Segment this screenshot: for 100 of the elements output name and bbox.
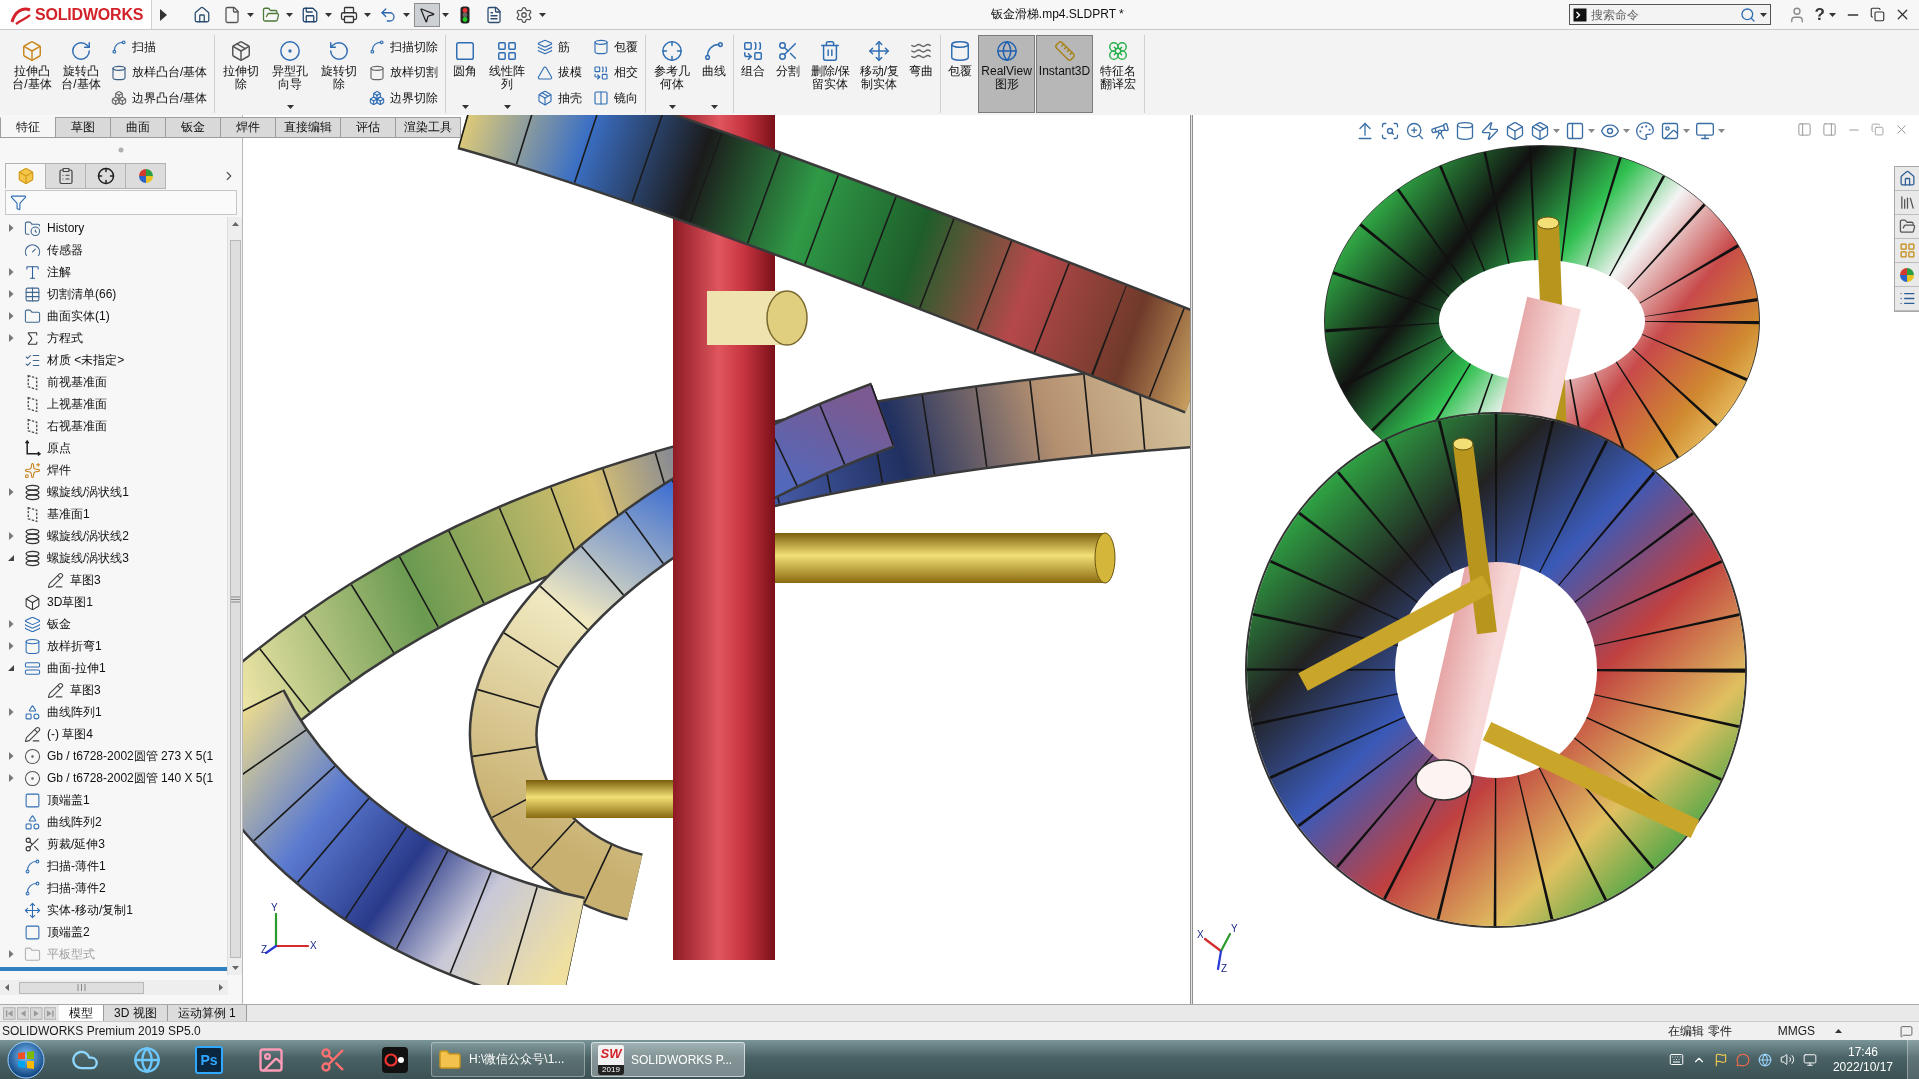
panel-tab[interactable] xyxy=(85,163,126,189)
caret-right-icon[interactable] xyxy=(7,774,15,782)
image-icon[interactable] xyxy=(1660,121,1680,141)
monitor-icon[interactable] xyxy=(1802,1052,1817,1067)
tree-item[interactable]: 扫描-薄件2 xyxy=(22,878,108,898)
cube-icon[interactable] xyxy=(1505,121,1525,141)
lightning-icon[interactable] xyxy=(1480,121,1500,141)
caret-right-icon[interactable] xyxy=(7,642,15,650)
logo-button[interactable]: SOLIDWORKS xyxy=(0,0,152,29)
ribbon-button[interactable]: 弯曲 xyxy=(904,35,939,113)
ribbon-button[interactable]: 扫描 xyxy=(108,36,211,58)
speech-bubble-icon[interactable] xyxy=(1900,1024,1913,1038)
tab[interactable]: 运动算例 1 xyxy=(167,1005,247,1021)
tree-item[interactable]: 方程式 xyxy=(22,328,85,348)
scrollbar-thumb[interactable] xyxy=(19,981,144,994)
panel-tab[interactable] xyxy=(45,163,86,189)
flyout-arrow-icon[interactable] xyxy=(160,8,167,21)
caret-down-icon[interactable] xyxy=(7,554,15,562)
ribbon-button[interactable]: 特征名翻译宏 xyxy=(1094,35,1143,113)
ribbon-button[interactable]: 边界切除 xyxy=(366,87,442,109)
task-pane-button[interactable] xyxy=(1895,215,1919,239)
caret-right-icon[interactable] xyxy=(7,312,15,320)
tree-item[interactable]: 螺旋线/涡状线3 xyxy=(22,548,131,568)
ribbon-button[interactable]: 删除/保留实体 xyxy=(806,35,855,113)
scrollbar-thumb[interactable] xyxy=(229,240,241,958)
toolbar-button[interactable] xyxy=(414,2,440,27)
panel-icon[interactable] xyxy=(1565,121,1585,141)
splitter-grip-icon[interactable] xyxy=(118,147,124,153)
restore-icon[interactable] xyxy=(1870,7,1885,22)
caret-icon[interactable] xyxy=(442,12,449,17)
tab[interactable]: 直接编辑 xyxy=(275,117,341,138)
ribbon-button[interactable]: 镜向 xyxy=(590,87,642,109)
tree-item[interactable]: 上视基准面 xyxy=(22,394,109,414)
caret-down-icon[interactable] xyxy=(7,664,15,672)
tab[interactable]: 评估 xyxy=(340,117,396,138)
tab[interactable]: 模型 xyxy=(59,1005,104,1021)
ribbon-button[interactable]: 参考几何体 xyxy=(648,35,697,113)
ribbon-button[interactable]: 分割 xyxy=(771,35,806,113)
tree-item[interactable]: 曲线阵列2 xyxy=(22,812,104,832)
scroll-left-icon[interactable] xyxy=(4,984,11,991)
task-pane-button[interactable] xyxy=(1895,263,1919,287)
ribbon-button[interactable]: Instant3D xyxy=(1035,35,1094,113)
ribbon-button[interactable]: 筋 xyxy=(534,36,586,58)
palette-icon[interactable] xyxy=(1635,121,1655,141)
ribbon-button[interactable]: 线性阵列 xyxy=(483,35,532,113)
cylinder-icon[interactable] xyxy=(1455,121,1475,141)
caret-icon[interactable] xyxy=(710,105,718,109)
tree-item[interactable]: 原点 xyxy=(22,438,73,458)
tree-item[interactable]: Gb / t6728-2002圆管 273 X 5(1 xyxy=(22,746,216,766)
caret-icon[interactable] xyxy=(668,105,676,109)
tab[interactable]: 曲面 xyxy=(110,117,166,138)
tree-item[interactable]: 注解 xyxy=(22,262,73,282)
caret-icon[interactable] xyxy=(325,12,332,17)
tree-item[interactable]: (-) 草图4 xyxy=(22,724,95,744)
tree-item[interactable]: 螺旋线/涡状线2 xyxy=(22,526,131,546)
caret-right-icon[interactable] xyxy=(7,488,15,496)
ribbon-button[interactable]: 拉伸凸台/基体 xyxy=(8,35,56,113)
ribbon-button[interactable]: 旋转切除 xyxy=(315,35,364,113)
help-button[interactable]: ? xyxy=(1814,4,1836,25)
ribbon-button[interactable]: 扫描切除 xyxy=(366,36,442,58)
caret-up-icon[interactable] xyxy=(1835,1029,1842,1033)
task-pane-button[interactable] xyxy=(1895,287,1919,311)
vertical-scrollbar[interactable] xyxy=(227,217,242,975)
ribbon-button[interactable]: 边界凸台/基体 xyxy=(108,87,211,109)
caret-icon[interactable] xyxy=(461,105,469,109)
image-icon[interactable] xyxy=(257,1045,285,1074)
caret-icon[interactable] xyxy=(286,12,293,17)
tree-item[interactable]: 顶端盖1 xyxy=(22,790,92,810)
tree-item[interactable]: 扫描-薄件1 xyxy=(22,856,108,876)
tree-item[interactable]: 右视基准面 xyxy=(22,416,109,436)
tree-item[interactable]: 焊件 xyxy=(22,460,73,480)
task-pane-button[interactable] xyxy=(1895,191,1919,215)
ribbon-button[interactable]: 圆角 xyxy=(448,35,483,113)
tab[interactable]: 钣金 xyxy=(165,117,221,138)
tree-item[interactable]: 曲线阵列1 xyxy=(22,702,104,722)
tree-item[interactable]: 曲面实体(1) xyxy=(22,306,112,326)
ribbon-button[interactable]: RealView 图形 xyxy=(978,35,1035,113)
speaker-icon[interactable] xyxy=(1779,1052,1795,1067)
tree-item[interactable]: 钣金 xyxy=(22,614,73,634)
horizontal-scrollbar[interactable] xyxy=(0,980,228,995)
ribbon-button[interactable]: 拔模 xyxy=(534,61,586,84)
tree-item[interactable]: 剪裁/延伸3 xyxy=(22,834,107,854)
magnifier-frame-icon[interactable] xyxy=(1380,121,1400,141)
tree-item[interactable]: 顶端盖2 xyxy=(22,922,92,942)
tab[interactable]: 3D 视图 xyxy=(104,1005,168,1021)
ribbon-button[interactable]: 抽壳 xyxy=(534,87,586,109)
taskbar-button[interactable]: SW 2019 SOLIDWORKS P... xyxy=(591,1042,745,1077)
ribbon-button[interactable]: 组合 xyxy=(736,35,771,113)
caret-right-icon[interactable] xyxy=(7,334,15,342)
keyboard-icon[interactable] xyxy=(1668,1052,1684,1067)
ribbon-button[interactable]: 移动/复制实体 xyxy=(855,35,904,113)
ribbon-button[interactable]: 包覆 xyxy=(590,36,642,58)
tree-item[interactable]: 螺旋线/涡状线1 xyxy=(22,482,131,502)
task-pane-button[interactable] xyxy=(1895,167,1919,191)
ribbon-button[interactable]: 相交 xyxy=(590,61,642,84)
caret-icon[interactable] xyxy=(503,105,511,109)
clock-time[interactable]: 17:46 xyxy=(1847,1044,1878,1060)
caret-icon[interactable] xyxy=(403,12,410,17)
caret-right-icon[interactable] xyxy=(7,290,15,298)
ribbon-button[interactable]: 放样切割 xyxy=(366,61,442,84)
